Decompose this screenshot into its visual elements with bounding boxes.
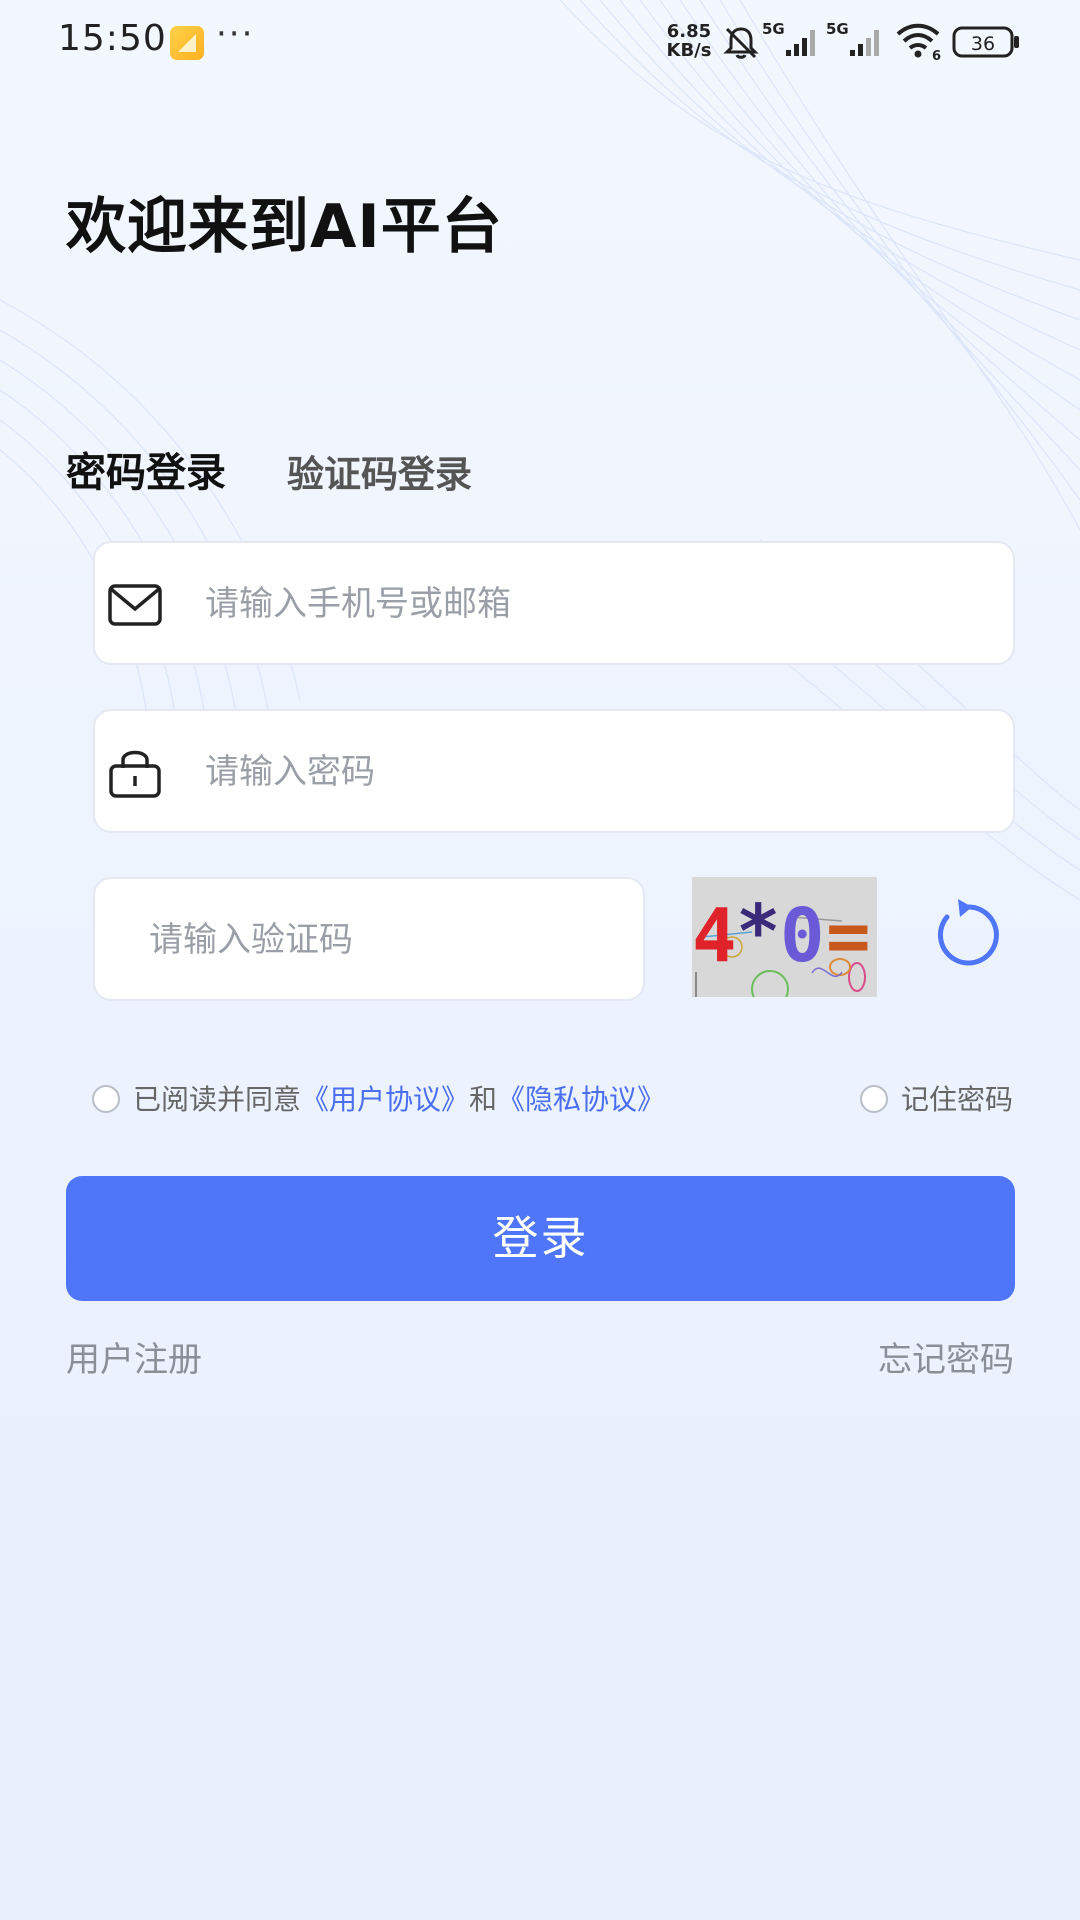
remember-password-label[interactable]: 记住密码	[901, 1078, 1013, 1118]
captcha-char-1: 4	[692, 893, 736, 979]
captcha-char-2: *	[736, 889, 780, 975]
captcha-char-3: 0	[780, 893, 824, 979]
captcha-char-4: =	[826, 893, 870, 979]
signal-2-label: 5G	[826, 20, 849, 38]
captcha-image[interactable]: 4 * 0 =	[692, 877, 877, 997]
captcha-field	[93, 877, 645, 1001]
password-field	[93, 709, 1015, 833]
mail-icon	[108, 584, 162, 626]
signal-5g-icon-2: 5G	[826, 20, 879, 56]
agreement-text: 已阅读并同意《用户协议》和《隐私协议》	[133, 1078, 665, 1118]
muted-bell-icon	[723, 27, 759, 59]
account-input[interactable]	[203, 573, 987, 635]
wifi-badge: 6	[932, 49, 941, 62]
network-speed: 6.85 KB/s	[664, 22, 714, 60]
wifi-icon: 6	[896, 23, 941, 62]
signal-1-label: 5G	[762, 20, 785, 38]
login-button[interactable]: 登录	[66, 1176, 1015, 1301]
agreement-and: 和	[469, 1083, 498, 1116]
page-title: 欢迎来到AI平台	[66, 192, 503, 262]
more-notifications-icon: ···	[216, 14, 255, 54]
battery-level: 36	[971, 33, 995, 55]
status-bar: 15:50 ··· 6.85 KB/s 5G 5G 6 36	[0, 0, 1080, 84]
user-agreement-link[interactable]: 《用户协议》	[301, 1083, 469, 1116]
refresh-icon[interactable]	[930, 897, 1008, 975]
privacy-agreement-link[interactable]: 《隐私协议》	[497, 1083, 665, 1116]
account-field	[93, 541, 1015, 665]
forgot-password-link[interactable]: 忘记密码	[878, 1332, 1014, 1381]
password-input[interactable]	[203, 741, 987, 803]
network-speed-unit: KB/s	[666, 40, 712, 61]
status-time: 15:50	[58, 18, 167, 59]
tab-code-login[interactable]: 验证码登录	[287, 444, 472, 498]
agree-checkbox[interactable]	[92, 1085, 120, 1113]
lock-icon	[109, 750, 161, 798]
tab-password-login[interactable]: 密码登录	[66, 440, 226, 498]
battery-icon: 36	[952, 26, 1019, 58]
register-link[interactable]: 用户注册	[66, 1332, 202, 1381]
agreement-prefix: 已阅读并同意	[133, 1083, 302, 1116]
captcha-input[interactable]	[147, 909, 631, 971]
remember-password-checkbox[interactable]	[860, 1085, 888, 1113]
signal-5g-icon: 5G	[762, 20, 815, 56]
network-speed-value: 6.85	[666, 21, 712, 42]
notification-app-icon	[170, 26, 204, 60]
